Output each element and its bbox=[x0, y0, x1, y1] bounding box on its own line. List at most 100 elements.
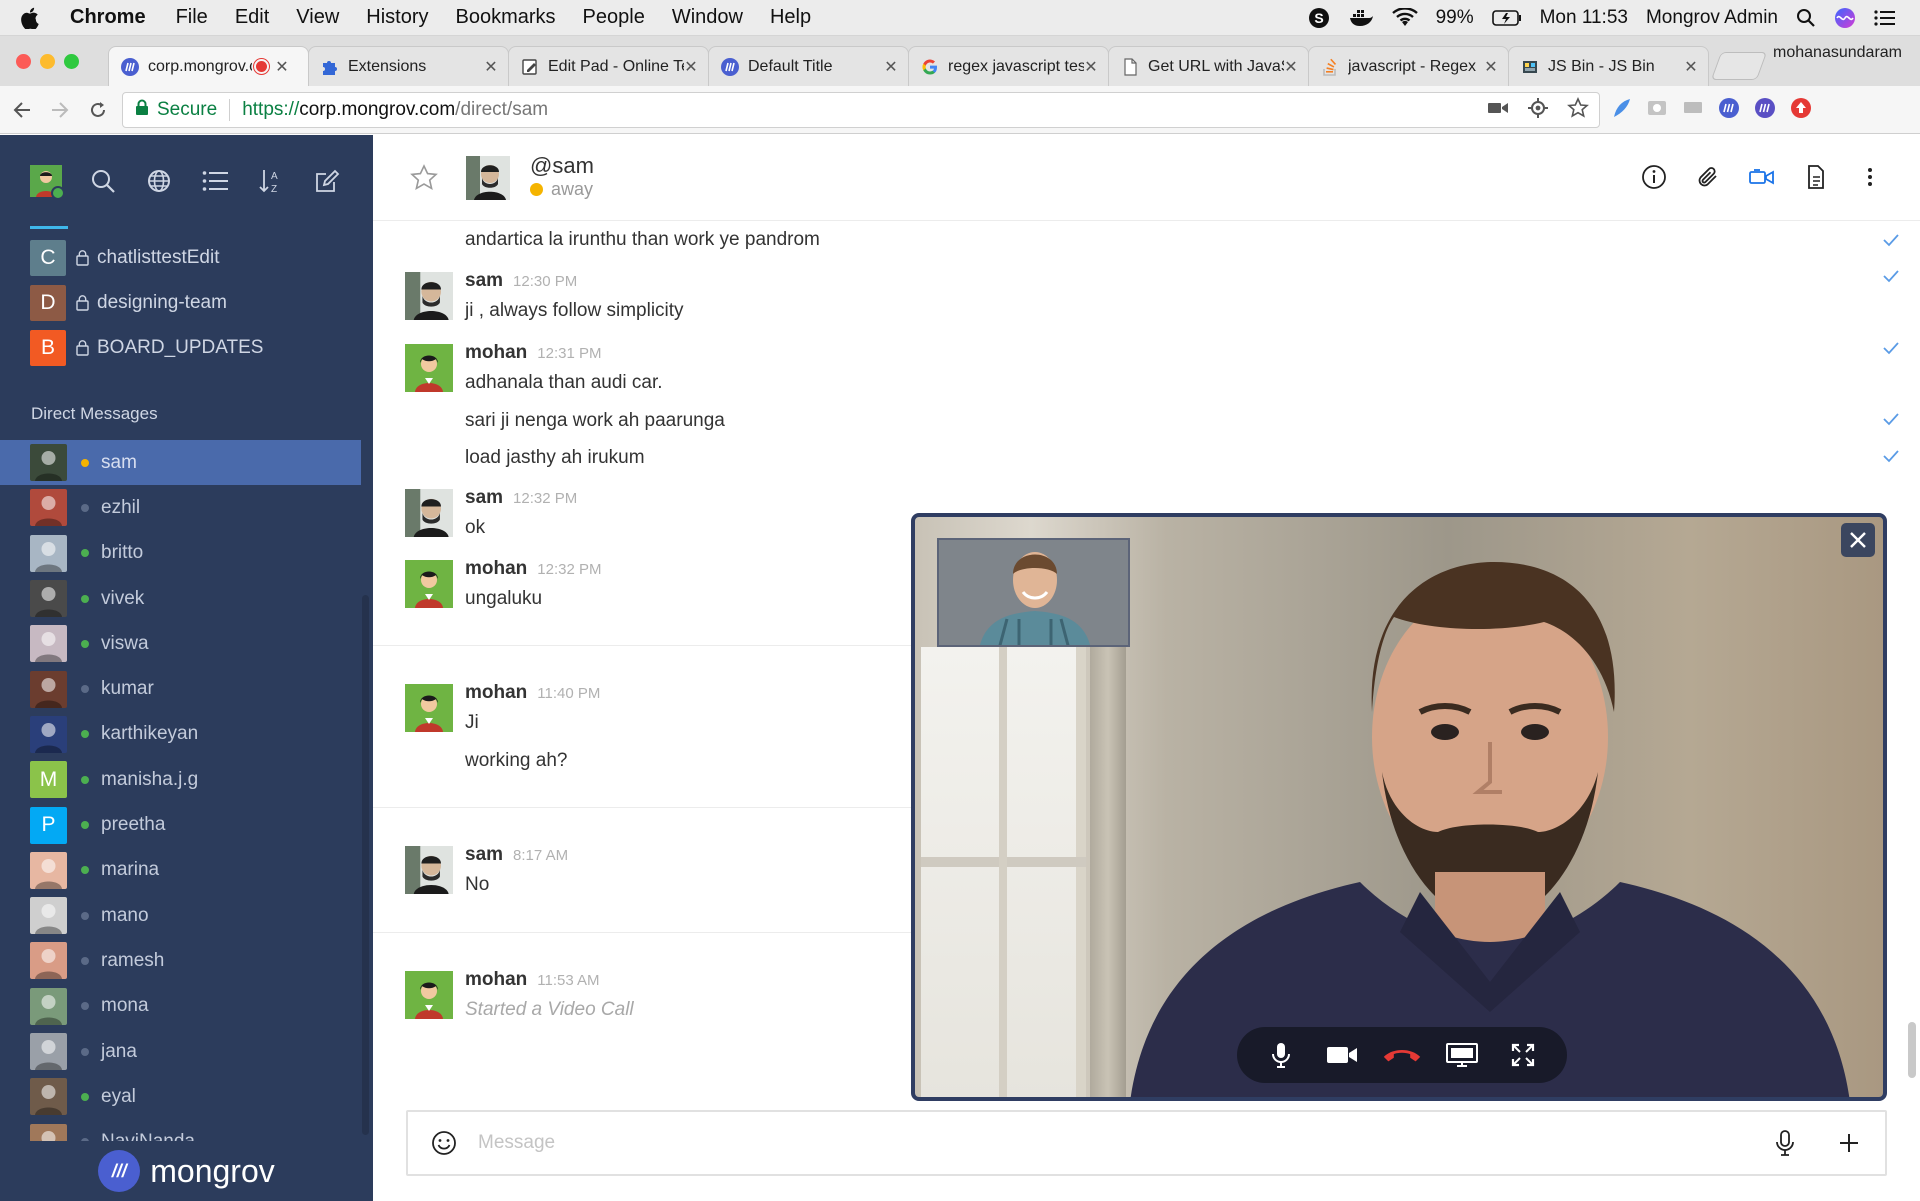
sidebar-scrollbar[interactable] bbox=[362, 595, 369, 1135]
sidebar-item-dm-mona[interactable]: mona bbox=[0, 984, 373, 1029]
browser-profile-name[interactable]: mohanasundaram bbox=[1773, 44, 1902, 62]
message-input[interactable] bbox=[472, 1132, 1757, 1154]
close-tab-icon[interactable]: ✕ bbox=[484, 57, 498, 77]
close-tab-icon[interactable]: ✕ bbox=[275, 57, 289, 77]
zoom-window-button[interactable] bbox=[64, 53, 79, 69]
close-tab-icon[interactable]: ✕ bbox=[1284, 57, 1298, 77]
apple-icon[interactable] bbox=[0, 7, 62, 29]
tab-corp-mongrov[interactable]: corp.mongrov.com ✕ bbox=[108, 46, 309, 86]
menu-help[interactable]: Help bbox=[770, 6, 811, 29]
sidebar-item-dm-jana[interactable]: jana bbox=[0, 1029, 373, 1074]
mongrov-extension-icon-2[interactable] bbox=[1754, 97, 1776, 124]
sidebar-item-dm-britto[interactable]: britto bbox=[0, 531, 373, 576]
sidebar-item-dm-ezhil[interactable]: ezhil bbox=[0, 485, 373, 530]
os-user-name[interactable]: Mongrov Admin bbox=[1646, 7, 1778, 29]
video-call-icon[interactable] bbox=[1748, 163, 1776, 191]
battery-charging-icon[interactable] bbox=[1491, 10, 1522, 26]
sidebar-item-dm-kumar[interactable]: kumar bbox=[0, 666, 373, 711]
notification-center-icon[interactable] bbox=[1874, 9, 1896, 27]
compose-icon[interactable] bbox=[312, 166, 342, 196]
voice-message-icon[interactable] bbox=[1757, 1129, 1813, 1157]
feather-extension-icon[interactable] bbox=[1610, 97, 1632, 124]
screenshot-extension-icon[interactable] bbox=[1646, 97, 1668, 124]
author-name[interactable]: mohan bbox=[465, 682, 527, 703]
menu-file[interactable]: File bbox=[176, 6, 208, 29]
sidebar-item-dm-preetha[interactable]: Ppreetha bbox=[0, 802, 373, 847]
search-icon[interactable] bbox=[88, 166, 118, 196]
cast-extension-icon[interactable] bbox=[1682, 97, 1704, 124]
sidebar-item-dm-mano[interactable]: mano bbox=[0, 893, 373, 938]
my-avatar[interactable] bbox=[30, 165, 65, 200]
channel-item-chatlisttestedit[interactable]: C chatlisttestEdit bbox=[0, 235, 373, 280]
favorite-star-icon[interactable] bbox=[409, 163, 439, 198]
author-name[interactable]: mohan bbox=[465, 969, 527, 990]
siri-icon[interactable] bbox=[1834, 7, 1856, 29]
location-target-icon[interactable] bbox=[1527, 97, 1549, 125]
menu-people[interactable]: People bbox=[583, 6, 645, 29]
menu-bookmarks[interactable]: Bookmarks bbox=[456, 6, 556, 29]
minimize-window-button[interactable] bbox=[40, 53, 55, 69]
info-icon[interactable] bbox=[1640, 163, 1668, 191]
menu-edit[interactable]: Edit bbox=[235, 6, 269, 29]
camera-in-use-icon[interactable] bbox=[1487, 100, 1509, 122]
spotlight-search-icon[interactable] bbox=[1796, 8, 1816, 28]
close-tab-icon[interactable]: ✕ bbox=[1484, 57, 1498, 77]
camera-toggle-icon[interactable] bbox=[1322, 1035, 1362, 1075]
fullscreen-icon[interactable] bbox=[1503, 1035, 1543, 1075]
wifi-icon[interactable] bbox=[1391, 8, 1418, 28]
tab-default-title[interactable]: Default Title ✕ bbox=[708, 46, 909, 86]
forward-arrow-icon[interactable] bbox=[44, 100, 76, 120]
skype-icon[interactable]: S bbox=[1308, 7, 1330, 29]
close-window-button[interactable] bbox=[16, 53, 31, 69]
clock[interactable]: Mon 11:53 bbox=[1540, 7, 1628, 29]
list-icon[interactable] bbox=[200, 166, 230, 196]
more-options-icon[interactable] bbox=[1856, 163, 1884, 191]
tab-javascript-regex[interactable]: javascript - Regex ✕ bbox=[1308, 46, 1509, 86]
sort-alpha-icon[interactable]: AZ bbox=[256, 166, 286, 196]
upload-extension-icon[interactable] bbox=[1790, 97, 1812, 124]
reload-icon[interactable] bbox=[82, 100, 114, 120]
sidebar-item-dm-sam[interactable]: sam bbox=[0, 440, 361, 486]
author-name[interactable]: sam bbox=[465, 844, 503, 865]
sidebar-item-dm-manisha-j-g[interactable]: Mmanisha.j.g bbox=[0, 757, 373, 802]
channel-item-board-updates[interactable]: B BOARD_UPDATES bbox=[0, 325, 373, 370]
sidebar-item-dm-marina[interactable]: marina bbox=[0, 848, 373, 893]
local-video-preview[interactable] bbox=[937, 538, 1130, 647]
docker-icon[interactable] bbox=[1348, 8, 1374, 28]
sidebar-item-dm-viswa[interactable]: viswa bbox=[0, 621, 373, 666]
channel-item-designing-team[interactable]: D designing-team bbox=[0, 280, 373, 325]
menu-view[interactable]: View bbox=[296, 6, 339, 29]
tab-edit-pad[interactable]: Edit Pad - Online Text Editor ✕ bbox=[508, 46, 709, 86]
close-tab-icon[interactable]: ✕ bbox=[884, 57, 898, 77]
back-arrow-icon[interactable] bbox=[6, 100, 38, 120]
menu-app-name[interactable]: Chrome bbox=[70, 6, 146, 29]
address-bar[interactable]: Secure https:// corp.mongrov.com /direct… bbox=[122, 92, 1600, 128]
bookmark-star-icon[interactable] bbox=[1567, 97, 1589, 125]
author-name[interactable]: sam bbox=[465, 270, 503, 291]
menu-window[interactable]: Window bbox=[672, 6, 743, 29]
tab-extensions[interactable]: Extensions ✕ bbox=[308, 46, 509, 86]
add-attachment-icon[interactable] bbox=[1821, 1132, 1877, 1154]
sidebar-item-dm-karthikeyan[interactable]: karthikeyan bbox=[0, 712, 373, 757]
microphone-icon[interactable] bbox=[1261, 1035, 1301, 1075]
tab-get-url[interactable]: Get URL with JavaScript ✕ bbox=[1108, 46, 1309, 86]
attachment-icon[interactable] bbox=[1694, 163, 1722, 191]
close-tab-icon[interactable]: ✕ bbox=[1084, 57, 1098, 77]
message-scrollbar[interactable] bbox=[1908, 1022, 1916, 1078]
close-tab-icon[interactable]: ✕ bbox=[1684, 57, 1698, 77]
sidebar-item-dm-ramesh[interactable]: ramesh bbox=[0, 938, 373, 983]
author-name[interactable]: mohan bbox=[465, 342, 527, 363]
author-name[interactable]: mohan bbox=[465, 558, 527, 579]
tab-regex-javascript[interactable]: regex javascript tester ✕ bbox=[908, 46, 1109, 86]
sidebar-item-dm-vivek[interactable]: vivek bbox=[0, 576, 373, 621]
hang-up-icon[interactable] bbox=[1382, 1035, 1422, 1075]
new-tab-button[interactable] bbox=[1710, 52, 1768, 80]
document-icon[interactable] bbox=[1802, 163, 1830, 191]
emoji-icon[interactable] bbox=[416, 1130, 472, 1156]
mongrov-extension-icon[interactable] bbox=[1718, 97, 1740, 124]
video-call-window[interactable] bbox=[911, 513, 1887, 1101]
author-name[interactable]: sam bbox=[465, 487, 503, 508]
sidebar-item-dm-eyal[interactable]: eyal bbox=[0, 1074, 373, 1119]
screen-share-icon[interactable] bbox=[1442, 1035, 1482, 1075]
close-video-button[interactable] bbox=[1841, 523, 1875, 557]
